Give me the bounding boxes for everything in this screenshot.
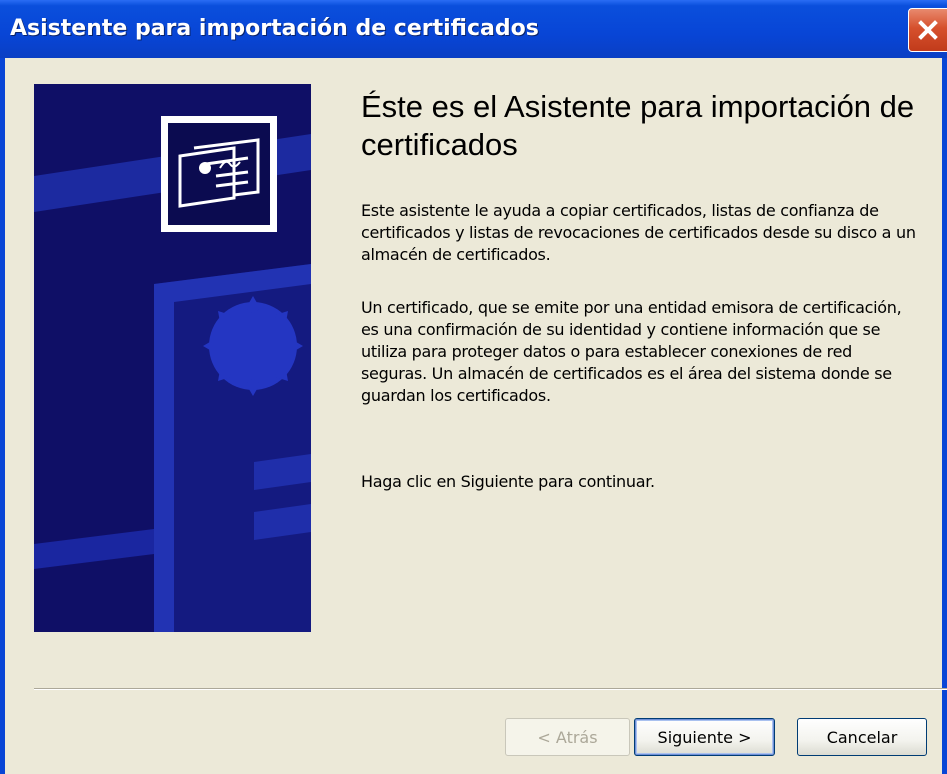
intro-paragraph: Este asistente le ayuda a copiar certifi… — [361, 201, 916, 264]
button-separator — [34, 688, 947, 690]
window-frame-right — [942, 58, 947, 774]
title-bar[interactable]: Asistente para importación de certificad… — [0, 0, 947, 58]
cancel-button[interactable]: Cancelar — [797, 718, 927, 756]
next-button[interactable]: Siguiente > — [634, 718, 775, 756]
close-icon — [918, 20, 938, 40]
back-button[interactable]: < Atrás — [505, 718, 630, 756]
wizard-banner-image — [34, 84, 311, 632]
import-certificate-wizard-window: Asistente para importación de certificad… — [0, 0, 947, 774]
close-button[interactable] — [908, 8, 947, 52]
window-frame-left — [0, 58, 5, 774]
certificate-illustration — [34, 116, 311, 632]
window-title: Asistente para importación de certificad… — [10, 16, 539, 41]
certificate-description-paragraph: Un certificado, que se emite por una ent… — [361, 298, 902, 405]
wizard-heading: Éste es el Asistente para importación de… — [361, 89, 915, 162]
continue-instruction: Haga clic en Siguiente para continuar. — [361, 472, 655, 491]
